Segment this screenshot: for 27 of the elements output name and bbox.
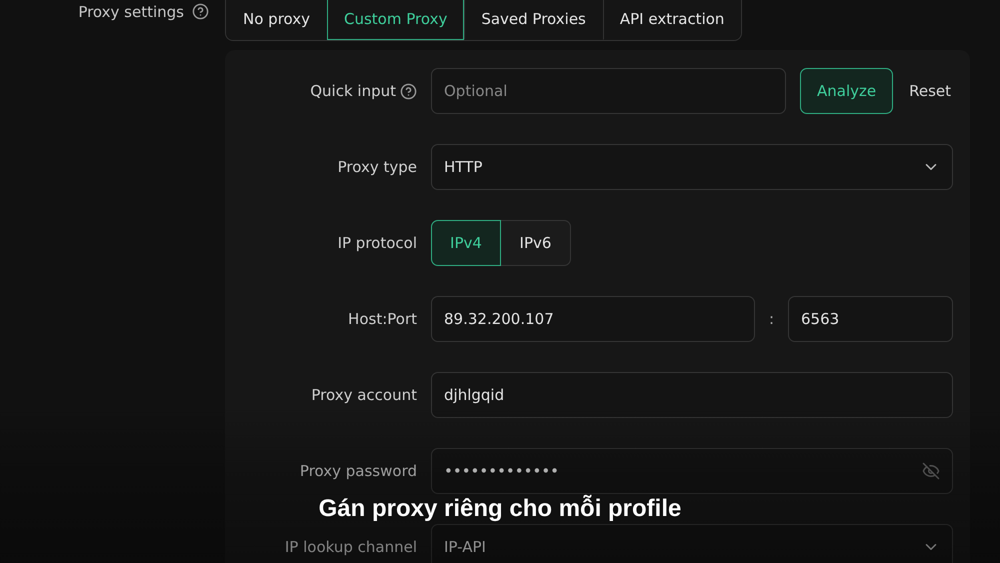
field-label: Host:Port [348, 310, 417, 328]
quick-input-field[interactable]: Optional [431, 68, 786, 114]
tab[interactable]: API extraction [602, 0, 742, 40]
tab[interactable]: No proxy [226, 0, 327, 40]
select-field[interactable]: HTTP [431, 144, 953, 190]
separator-text: : [768, 310, 774, 328]
tab[interactable]: Custom Proxy [327, 0, 464, 40]
help-icon[interactable] [192, 3, 209, 20]
protocol-option[interactable]: IPv6 [501, 220, 571, 266]
field-label: Proxy account [311, 386, 417, 404]
password-field[interactable]: ••••••••••••• [431, 448, 953, 494]
protocol-option[interactable]: IPv4 [431, 220, 501, 266]
field-label: IP lookup channel [284, 538, 417, 556]
section-label: Proxy settings [78, 3, 184, 21]
field-label: IP protocol [338, 234, 417, 252]
reset-button[interactable]: Reset [907, 82, 953, 100]
tab[interactable]: Saved Proxies [464, 0, 603, 40]
caption: Gán proxy riêng cho mỗi profile [318, 495, 682, 523]
port-field[interactable]: 6563 [788, 296, 953, 342]
select-field[interactable]: IP-API [431, 524, 953, 563]
help-icon[interactable] [400, 82, 417, 100]
field-label: Proxy password [300, 462, 417, 480]
field-label: Quick input [310, 82, 396, 100]
field-label: Proxy type [338, 158, 417, 176]
host-field[interactable]: 89.32.200.107 [431, 296, 755, 342]
analyze-button[interactable]: Analyze [800, 68, 894, 114]
input-field[interactable]: djhlgqid [431, 372, 953, 418]
